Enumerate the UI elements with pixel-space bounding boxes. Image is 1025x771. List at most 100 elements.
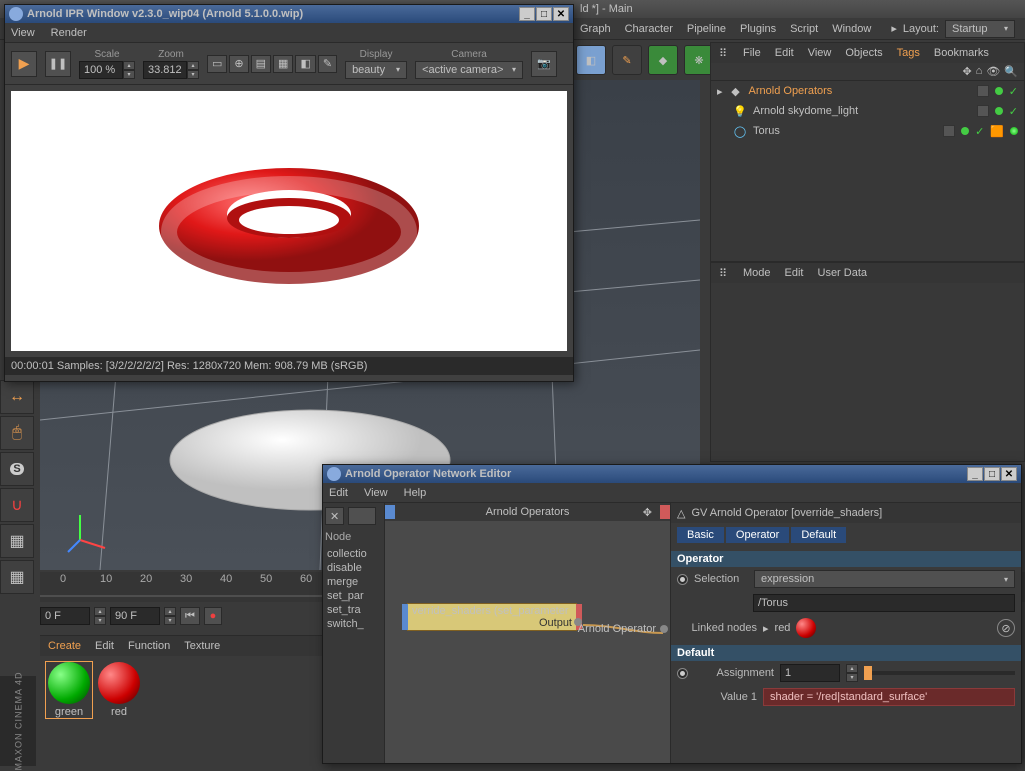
tab-operator[interactable]: Operator [726,527,789,543]
pause-button[interactable]: ❚❚ [45,51,71,77]
graph-node-override[interactable]: verride_shaders (set_parameter Output [407,603,577,631]
selection-radio[interactable] [677,574,688,585]
opedit-minimize-button[interactable]: _ [967,467,983,481]
node-switch[interactable]: switch_ [325,617,382,631]
ipr-view1-icon[interactable]: ▭ [207,55,227,73]
layer-tag-icon[interactable] [977,105,989,117]
tool-green1-icon[interactable]: ◆ [648,45,678,75]
display-dropdown[interactable]: beauty [345,61,407,79]
visibility-dot-icon[interactable] [995,87,1003,95]
attrmgr-menu-mode[interactable]: Mode [743,267,771,279]
ipr-view4-icon[interactable]: ▦ [273,55,293,73]
menu-pipeline[interactable]: Pipeline [687,23,726,35]
ipr-view3-icon[interactable]: ▤ [251,55,271,73]
objmgr-menu-view[interactable]: View [808,47,832,59]
objmgr-menu-tags[interactable]: Tags [897,47,920,59]
opedit-menu-help[interactable]: Help [404,487,427,499]
scale-field[interactable]: 100 % [79,61,123,79]
ipr-view2-icon[interactable]: ⊕ [229,55,248,73]
tab-default[interactable]: Default [791,527,846,543]
visibility-dot-icon[interactable] [995,107,1003,115]
graph-move-icon[interactable]: ✥ [643,506,652,519]
tool-pen-icon[interactable]: ✎ [612,45,642,75]
nav-move-icon[interactable]: ✥ [962,65,971,78]
scale-spinner[interactable]: ▴▾ [123,61,135,79]
play-button[interactable]: ▶ [11,51,37,77]
menu-character[interactable]: Character [625,23,673,35]
attrmgr-menu-edit[interactable]: Edit [785,267,804,279]
frame-end-spinner[interactable]: ▴▾ [164,607,176,625]
objmgr-menu-edit[interactable]: Edit [775,47,794,59]
nav-search-icon[interactable]: 🔍 [1004,65,1018,78]
render-view[interactable] [11,91,567,351]
ipr-close-button[interactable]: ✕ [553,7,569,21]
frame-end-field[interactable]: 90 F [110,607,160,625]
opedit-close-button[interactable]: ✕ [1001,467,1017,481]
graph-output-port[interactable]: Arnold Operator [578,623,668,635]
node-settra[interactable]: set_tra [325,603,382,617]
check-icon[interactable]: ✓ [975,125,984,138]
camera-dropdown[interactable]: <active camera> [415,61,523,79]
palette-toggle-button[interactable] [348,507,376,525]
material-red[interactable]: red [96,662,142,718]
zoom-field[interactable]: 33.812 [143,61,187,79]
opedit-maximize-button[interactable]: □ [984,467,1000,481]
objmgr-menu-file[interactable]: File [743,47,761,59]
matmgr-tab-edit[interactable]: Edit [95,640,114,652]
frame-start-field[interactable]: 0 F [40,607,90,625]
matmgr-tab-texture[interactable]: Texture [184,640,220,652]
mat-tag-icon[interactable]: 🟧 [990,125,1004,138]
attrmgr-menu-userdata[interactable]: User Data [818,267,868,279]
linked-node-red-icon[interactable] [796,618,816,638]
ipr-titlebar[interactable]: Arnold IPR Window v2.3.0_wip04 (Arnold 5… [5,5,573,23]
tool-arrow-icon[interactable]: ↔ [0,380,34,414]
nav-eye-icon[interactable]: 👁 [986,65,1000,78]
tool-sphere-icon[interactable]: S [0,452,34,486]
node-graph[interactable]: Arnold Operators ✥ verride_shaders (set_… [385,503,670,763]
attrmgr-grip-icon[interactable]: ⠿ [719,267,729,280]
ipr-menu-render[interactable]: Render [51,27,87,39]
tool-grid-icon[interactable]: ▦ [0,524,34,558]
assignment-field[interactable]: 1 [780,664,840,682]
node-setpar[interactable]: set_par [325,589,382,603]
node-disable[interactable]: disable [325,561,382,575]
node-collection[interactable]: collectio [325,547,382,561]
objmgr-menu-objects[interactable]: Objects [845,47,882,59]
tool-grid2-icon[interactable]: ▦ [0,560,34,594]
nav-home-icon[interactable]: ⌂ [976,65,983,78]
assignment-radio[interactable] [677,668,688,679]
menu-plugins[interactable]: Plugins [740,23,776,35]
menu-graph[interactable]: Graph [580,23,611,35]
menu-window[interactable]: Window [832,23,871,35]
close-palette-button[interactable]: ✕ [325,507,344,525]
linked-clear-button[interactable]: ⊘ [997,619,1015,637]
value1-expression[interactable]: shader = '/red|standard_surface' [763,688,1015,706]
obj-row-torus[interactable]: ◯ Torus ✓ 🟧 [711,121,1024,141]
mat-green-tag-icon[interactable] [1010,127,1018,135]
material-green[interactable]: green [46,662,92,718]
check-icon[interactable]: ✓ [1009,85,1018,98]
snapshot-button[interactable]: 📷 [531,51,557,77]
obj-row-operators[interactable]: ▸ ◆ Arnold Operators ✓ [711,81,1024,101]
layer-tag-icon[interactable] [943,125,955,137]
record-button[interactable]: ● [204,607,222,625]
objmgr-grip-icon[interactable]: ⠿ [719,47,729,60]
linked-expand-icon[interactable]: ▸ [763,622,769,635]
opedit-menu-view[interactable]: View [364,487,388,499]
matmgr-tab-function[interactable]: Function [128,640,170,652]
tool-magnet-icon[interactable]: ∪ [0,488,34,522]
frame-start-spinner[interactable]: ▴▾ [94,607,106,625]
opedit-menu-edit[interactable]: Edit [329,487,348,499]
objmgr-menu-bookmarks[interactable]: Bookmarks [934,47,989,59]
zoom-spinner[interactable]: ▴▾ [187,61,199,79]
opedit-titlebar[interactable]: Arnold Operator Network Editor _ □ ✕ [323,465,1021,483]
assignment-slider[interactable] [864,671,1015,675]
matmgr-tab-create[interactable]: Create [48,640,81,652]
ipr-minimize-button[interactable]: _ [519,7,535,21]
ipr-view5-icon[interactable]: ◧ [295,55,315,73]
layer-tag-icon[interactable] [977,85,989,97]
tool-cube-icon[interactable]: ◧ [576,45,606,75]
goto-start-button[interactable]: ⏮ [180,607,200,625]
ipr-view6-icon[interactable]: ✎ [318,55,337,73]
ipr-menu-view[interactable]: View [11,27,35,39]
